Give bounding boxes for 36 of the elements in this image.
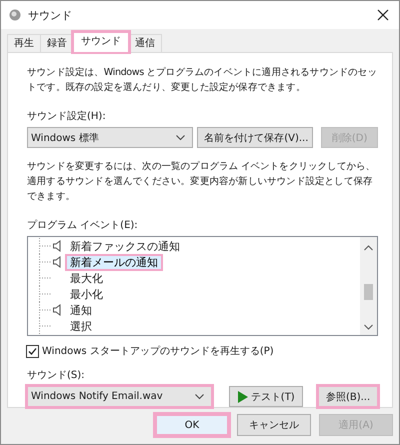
- event-item[interactable]: 通知: [66, 302, 96, 318]
- event-item[interactable]: 最小化: [66, 286, 107, 302]
- checkbox-label[interactable]: Windows スタートアップのサウンドを再生する(P): [42, 344, 274, 358]
- browse-button[interactable]: 参照(B)...: [318, 386, 378, 407]
- events-list[interactable]: 新着ファックスの通知 新着メールの通知 最大化 最小化 通知 選択: [27, 236, 378, 336]
- tree-line: [38, 254, 52, 270]
- scroll-bar[interactable]: [360, 237, 377, 335]
- sound-label: サウンド(S):: [27, 369, 86, 382]
- tree-line: [38, 302, 52, 318]
- play-icon: [238, 390, 248, 402]
- tab[interactable]: 通信: [128, 34, 162, 52]
- scheme-button[interactable]: 名前を付けて保存(V)...: [197, 127, 314, 148]
- window-title: サウンド: [28, 8, 72, 22]
- sound-dropdown[interactable]: Windows Notify Email.wav: [27, 386, 212, 407]
- event-item[interactable]: 新着メールの通知: [66, 254, 162, 270]
- events-label: プログラム イベント(E):: [27, 218, 139, 232]
- checkbox[interactable]: [26, 344, 39, 358]
- instructions-text: サウンドを変更するには、次の一覧のプログラム イベントをクリックしてから、適用するサウンドを選んでください。変更内容が新しいサウンド設定として保存できます。: [27, 160, 376, 204]
- tree-line: [38, 286, 52, 302]
- test-button[interactable]: テスト(T): [229, 386, 304, 407]
- tree-line: [38, 238, 52, 254]
- event-item[interactable]: 選択: [66, 318, 96, 334]
- description-text: サウンド設定は、Windows とプログラムのイベントに適用されるサウンドのセットです。既存の設定を選んだり、変更した設定が保存できます。: [27, 66, 378, 95]
- scheme-dropdown[interactable]: Windows 標準: [27, 127, 194, 148]
- close-icon[interactable]: [377, 9, 389, 21]
- chevron-icon: [195, 394, 204, 400]
- tree-line: [38, 318, 52, 334]
- chevron-icon: [176, 134, 186, 140]
- dialog-button[interactable]: OK: [155, 414, 229, 436]
- event-item[interactable]: 新着ファックスの通知: [66, 238, 184, 254]
- event-item[interactable]: 最大化: [66, 270, 107, 286]
- dialog-button[interactable]: キャンセル: [237, 414, 311, 436]
- tab[interactable]: 再生: [7, 34, 41, 52]
- tree-line: [38, 270, 52, 286]
- scheme-label: サウンド設定(H):: [27, 110, 107, 123]
- tab[interactable]: サウンド: [73, 32, 129, 52]
